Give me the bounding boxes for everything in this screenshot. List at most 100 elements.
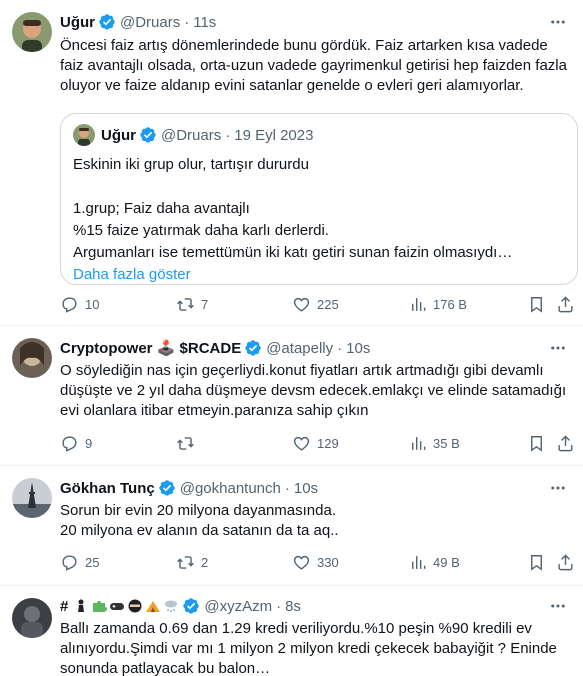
verified-badge-icon [245, 340, 261, 356]
quote-line [73, 176, 563, 198]
avatar[interactable] [12, 12, 52, 52]
tweet-actions: 9 129 35 B [52, 427, 580, 459]
like-button[interactable]: 330 [292, 546, 339, 578]
share-button[interactable] [556, 546, 575, 578]
bookmark-button[interactable] [527, 288, 546, 320]
gamepad-icon [110, 603, 125, 610]
tweet-actions: 25 2 330 49 B [52, 546, 580, 578]
display-name[interactable]: Uğur [60, 14, 95, 31]
snow-cloud-icon [165, 600, 178, 612]
tweet-text: O söylediğin nas için geçerliydi.konut f… [60, 362, 567, 419]
heart-icon [293, 297, 310, 312]
separator-dot: · [284, 479, 290, 497]
retweet-button[interactable]: 7 [176, 288, 208, 320]
separator-dot: · [184, 13, 190, 31]
quoted-tweet[interactable]: Uğur @Druars · 19 Eyl 2023 Eskinin iki g… [60, 113, 578, 285]
reply-count: 25 [85, 554, 100, 570]
more-dots-icon[interactable] [547, 337, 569, 359]
like-count: 330 [317, 554, 339, 570]
retweet-count: 2 [201, 554, 209, 570]
like-button[interactable]: 225 [292, 288, 339, 320]
timestamp[interactable]: 10s [346, 340, 370, 357]
tweet-header: Gökhan Tunç @gokhantunch · 10s [60, 478, 318, 498]
tweet[interactable]: Gökhan Tunç @gokhantunch · 10s Sorun bir… [0, 466, 583, 586]
puzzle-piece-icon [93, 601, 108, 612]
retweet-count: 7 [201, 296, 209, 312]
views-chart-icon [412, 297, 426, 311]
user-handle[interactable]: @Druars [120, 14, 180, 31]
views-button[interactable]: 49 B [408, 546, 460, 578]
like-button[interactable]: 129 [292, 427, 339, 459]
show-more-link[interactable]: Daha fazla göster [73, 264, 563, 286]
bookmark-button[interactable] [527, 427, 546, 459]
reply-icon [62, 435, 77, 452]
like-count: 225 [317, 296, 339, 312]
heart-icon [293, 436, 310, 451]
separator-dot: · [225, 126, 231, 144]
reply-count: 10 [85, 296, 100, 312]
verified-badge-icon [99, 14, 115, 30]
more-dots-icon[interactable] [547, 595, 569, 617]
tweet[interactable]: Cryptopower 🕹️ $RCADE @atapelly · 10s O … [0, 326, 583, 466]
tweet[interactable]: Uğur @Druars · 11s Öncesi faiz artış dön… [0, 0, 583, 326]
share-button[interactable] [556, 427, 575, 459]
bookmark-button[interactable] [527, 546, 546, 578]
tweet[interactable]: # @xyzAzm · 8s Ballı zamanda 0.69 dan 1.… [0, 586, 583, 676]
tweet-text: Ballı zamanda 0.69 dan 1.29 kredi verili… [60, 620, 557, 676]
timestamp: 19 Eyl 2023 [234, 126, 314, 144]
retweet-button[interactable] [176, 427, 201, 459]
views-button[interactable]: 176 B [408, 288, 467, 320]
tweet-header: Cryptopower 🕹️ $RCADE @atapelly · 10s [60, 338, 370, 358]
heart-icon [293, 555, 310, 570]
reply-button[interactable]: 25 [60, 546, 99, 578]
ninja-icon [128, 599, 142, 613]
separator-dot: · [276, 597, 282, 615]
retweet-button[interactable]: 2 [176, 546, 208, 578]
tweet-header: Uğur @Druars · 11s [60, 12, 216, 32]
display-name[interactable]: Gökhan Tunç [60, 480, 155, 497]
retweet-icon [177, 297, 194, 311]
quote-line: Argumanları ise temettümün iki katı geti… [73, 244, 513, 261]
quote-line: %15 faize yatırmak daha karlı derlerdi. [73, 222, 329, 239]
share-icon [558, 295, 573, 312]
verified-badge-icon [159, 480, 175, 496]
reply-button[interactable]: 10 [60, 288, 99, 320]
quote-line: 1.grup; Faiz daha avantajlı [73, 200, 250, 217]
bookmark-icon [531, 435, 542, 452]
chess-pawn-icon [78, 599, 85, 612]
timestamp[interactable]: 11s [193, 14, 216, 31]
views-chart-icon [412, 436, 426, 450]
tweet-text: Öncesi faiz artış dönemlerindede bunu gö… [60, 37, 567, 94]
timeline-feed: Uğur @Druars · 11s Öncesi faiz artış dön… [0, 0, 583, 676]
more-dots-icon[interactable] [547, 11, 569, 33]
views-button[interactable]: 35 B [408, 427, 460, 459]
verified-badge-icon [183, 598, 200, 614]
user-handle[interactable]: @gokhantunch [180, 480, 281, 497]
avatar [73, 124, 95, 146]
verified-badge-icon [140, 127, 156, 143]
reply-button[interactable]: 9 [60, 427, 92, 459]
display-name: Uğur [101, 126, 136, 144]
views-chart-icon [412, 555, 426, 569]
camping-icon [146, 601, 161, 612]
view-count: 35 B [433, 435, 460, 451]
avatar[interactable] [12, 598, 52, 638]
retweet-icon [177, 555, 194, 569]
quoted-tweet-header: Uğur @Druars · 19 Eyl 2023 [73, 124, 313, 146]
display-name[interactable]: # [60, 598, 68, 615]
more-dots-icon[interactable] [547, 477, 569, 499]
like-count: 129 [317, 435, 339, 451]
reply-icon [62, 554, 77, 571]
retweet-icon [177, 436, 194, 450]
avatar[interactable] [12, 478, 52, 518]
avatar[interactable] [12, 338, 52, 378]
timestamp[interactable]: 10s [294, 480, 318, 497]
timestamp[interactable]: 8s [285, 598, 301, 615]
user-handle[interactable]: @atapelly [266, 340, 333, 357]
share-button[interactable] [556, 288, 575, 320]
display-name[interactable]: Cryptopower 🕹️ $RCADE [60, 339, 241, 357]
share-icon [558, 553, 573, 570]
share-icon [558, 434, 573, 451]
view-count: 176 B [433, 296, 467, 312]
user-handle[interactable]: @xyzAzm [204, 598, 272, 615]
